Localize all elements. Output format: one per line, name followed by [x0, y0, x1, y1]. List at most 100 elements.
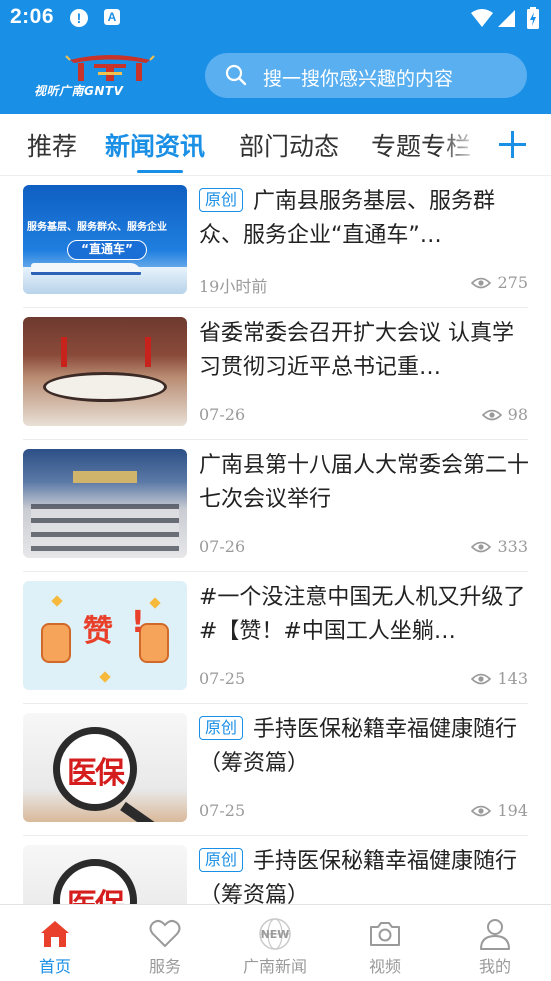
original-badge: 原创: [199, 848, 244, 872]
news-time: 07-25: [199, 669, 246, 688]
tab-department[interactable]: 部门动态: [239, 127, 339, 163]
sparkle-icon: [51, 595, 63, 607]
views-count: 333: [497, 537, 528, 556]
news-item[interactable]: 赞 ! #一个没注意中国无人机又升级了#【赞！#中国工人坐躺… 07-25 14…: [23, 572, 528, 704]
nav-video[interactable]: 视频: [330, 905, 440, 981]
news-title: 原创 手持医保秘籍幸福健康随行（筹资篇）: [199, 845, 529, 904]
status-bar: 2:06 ! A: [0, 0, 551, 36]
logo-text: 视听广南GNTV: [34, 84, 124, 98]
eye-icon: [471, 805, 492, 816]
thumbnail-banner-text: 服务基层、服务群众、服务企业: [27, 222, 167, 233]
thumbnail-table: [43, 372, 167, 402]
thumbnail-flag: [61, 337, 67, 367]
news-time: 19小时前: [199, 277, 268, 296]
news-item[interactable]: 服务基层、服务群众、服务企业 “直通车” 原创 广南县服务基层、服务群众、服务企业…: [23, 176, 528, 308]
news-title: #一个没注意中国无人机又升级了#【赞！#中国工人坐躺…: [199, 581, 529, 649]
battery-icon: [527, 7, 539, 29]
news-title-text: 省委常委会召开扩大会议 认真学习贯彻习近平总书记重…: [199, 321, 514, 380]
nav-home-label: 首页: [38, 957, 71, 976]
search-icon: [225, 64, 247, 86]
original-badge: 原创: [199, 716, 244, 740]
thumbnail-yibao-text: 医保: [67, 880, 125, 904]
news-title-text: 手持医保秘籍幸福健康随行（筹资篇）: [199, 849, 518, 904]
app-logo: 视听广南GNTV: [30, 52, 190, 100]
news-views: 98: [481, 405, 528, 424]
news-thumbnail: [23, 449, 187, 558]
original-badge: 原创: [199, 188, 244, 212]
new-label: NEW: [261, 928, 290, 941]
alert-icon: !: [70, 9, 88, 27]
status-time: 2:06: [10, 5, 55, 28]
nav-guangnan-news-label: 广南新闻: [242, 957, 307, 976]
news-title-text: #一个没注意中国无人机又升级了#【赞！#中国工人坐躺…: [199, 585, 526, 644]
thumbs-up-hand: [41, 623, 71, 663]
thumbnail-exclaim-text: !: [131, 605, 145, 640]
logo-mark-icon: [65, 55, 155, 81]
app-header: 2:06 ! A 视听广南GNTV 搜一搜你感兴趣的内容: [0, 0, 551, 114]
news-title-text: 广南县服务基层、服务群众、服务企业“直通车”…: [199, 189, 496, 248]
news-time: 07-26: [199, 537, 246, 556]
news-views: 275: [471, 273, 528, 292]
eye-icon: [471, 673, 492, 684]
news-views: 194: [471, 801, 528, 820]
news-item[interactable]: 广南县第十八届人大常委会第二十七次会议举行 07-26 333: [23, 440, 529, 572]
thumbnail-yibao-text: 医保: [67, 756, 125, 791]
signal-icon: [498, 10, 515, 27]
active-tab-indicator: [137, 170, 183, 173]
news-time: 07-25: [199, 801, 246, 820]
heart-icon: [149, 919, 181, 948]
nav-video-label: 视频: [368, 957, 401, 976]
news-thumbnail: 医保: [23, 845, 187, 904]
news-title: 原创 手持医保秘籍幸福健康随行（筹资篇）: [199, 713, 529, 781]
thumbnail-seats: [31, 504, 179, 554]
news-time: 07-26: [199, 405, 246, 424]
news-item[interactable]: 省委常委会召开扩大会议 认真学习贯彻习近平总书记重… 07-26 98: [23, 308, 528, 440]
views-count: 194: [497, 801, 528, 820]
home-icon: [41, 921, 69, 947]
thumbnail-flag: [145, 337, 151, 367]
news-title: 广南县第十八届人大常委会第二十七次会议举行: [199, 449, 529, 517]
news-list: 服务基层、服务群众、服务企业 “直通车” 原创 广南县服务基层、服务群众、服务企业…: [0, 176, 551, 904]
nav-profile[interactable]: 我的: [440, 905, 550, 981]
bottom-navigation: 首页 服务 NEW 广南新闻 视频 我的: [0, 904, 551, 981]
eye-icon: [481, 409, 502, 420]
news-views: 333: [471, 537, 528, 556]
nav-home[interactable]: 首页: [0, 905, 110, 981]
news-item[interactable]: 医保 原创手持医保秘籍幸福健康随行（筹资篇）: [23, 836, 528, 904]
nav-guangnan-news[interactable]: NEW 广南新闻: [220, 905, 330, 981]
news-title-text: 广南县第十八届人大常委会第二十七次会议举行: [199, 453, 529, 512]
sparkle-icon: [149, 597, 161, 609]
views-count: 98: [507, 405, 528, 424]
thumbnail-train: [31, 263, 141, 275]
news-thumbnail: 赞 !: [23, 581, 187, 690]
search-bar[interactable]: 搜一搜你感兴趣的内容: [205, 53, 527, 98]
thumbnail-pill-text: “直通车”: [67, 240, 147, 260]
tab-news[interactable]: 新闻资讯: [105, 127, 205, 163]
news-thumbnail: 医保: [23, 713, 187, 822]
magnifier-handle: [120, 801, 167, 822]
category-tabs: 推荐 新闻资讯 部门动态 专题专栏: [0, 114, 551, 176]
eye-icon: [471, 541, 492, 552]
tab-recommend[interactable]: 推荐: [27, 127, 77, 163]
nav-service[interactable]: 服务: [110, 905, 220, 981]
news-thumbnail: [23, 317, 187, 426]
wifi-icon: [471, 9, 493, 27]
eye-icon: [471, 277, 492, 288]
thumbnail-banner: [73, 471, 137, 483]
nav-service-label: 服务: [148, 957, 181, 976]
news-title-text: 手持医保秘籍幸福健康随行（筹资篇）: [199, 717, 518, 776]
search-placeholder: 搜一搜你感兴趣的内容: [263, 68, 454, 90]
a-notification-icon: A: [104, 9, 120, 25]
news-thumbnail: 服务基层、服务群众、服务企业 “直通车”: [23, 185, 187, 294]
news-item[interactable]: 医保 原创 手持医保秘籍幸福健康随行（筹资篇） 07-25 194: [23, 704, 528, 836]
news-title: 省委常委会召开扩大会议 认真学习贯彻习近平总书记重…: [199, 317, 529, 385]
add-tab-icon[interactable]: [496, 124, 530, 164]
sparkle-icon: [99, 671, 111, 683]
thumbnail-zan-text: 赞: [83, 614, 113, 649]
user-icon: [480, 919, 510, 950]
new-globe-icon: NEW: [259, 918, 291, 950]
tabs-fade: [440, 114, 480, 174]
news-title: 原创 广南县服务基层、服务群众、服务企业“直通车”…: [199, 185, 529, 253]
views-count: 275: [497, 273, 528, 292]
news-views: 143: [471, 669, 528, 688]
